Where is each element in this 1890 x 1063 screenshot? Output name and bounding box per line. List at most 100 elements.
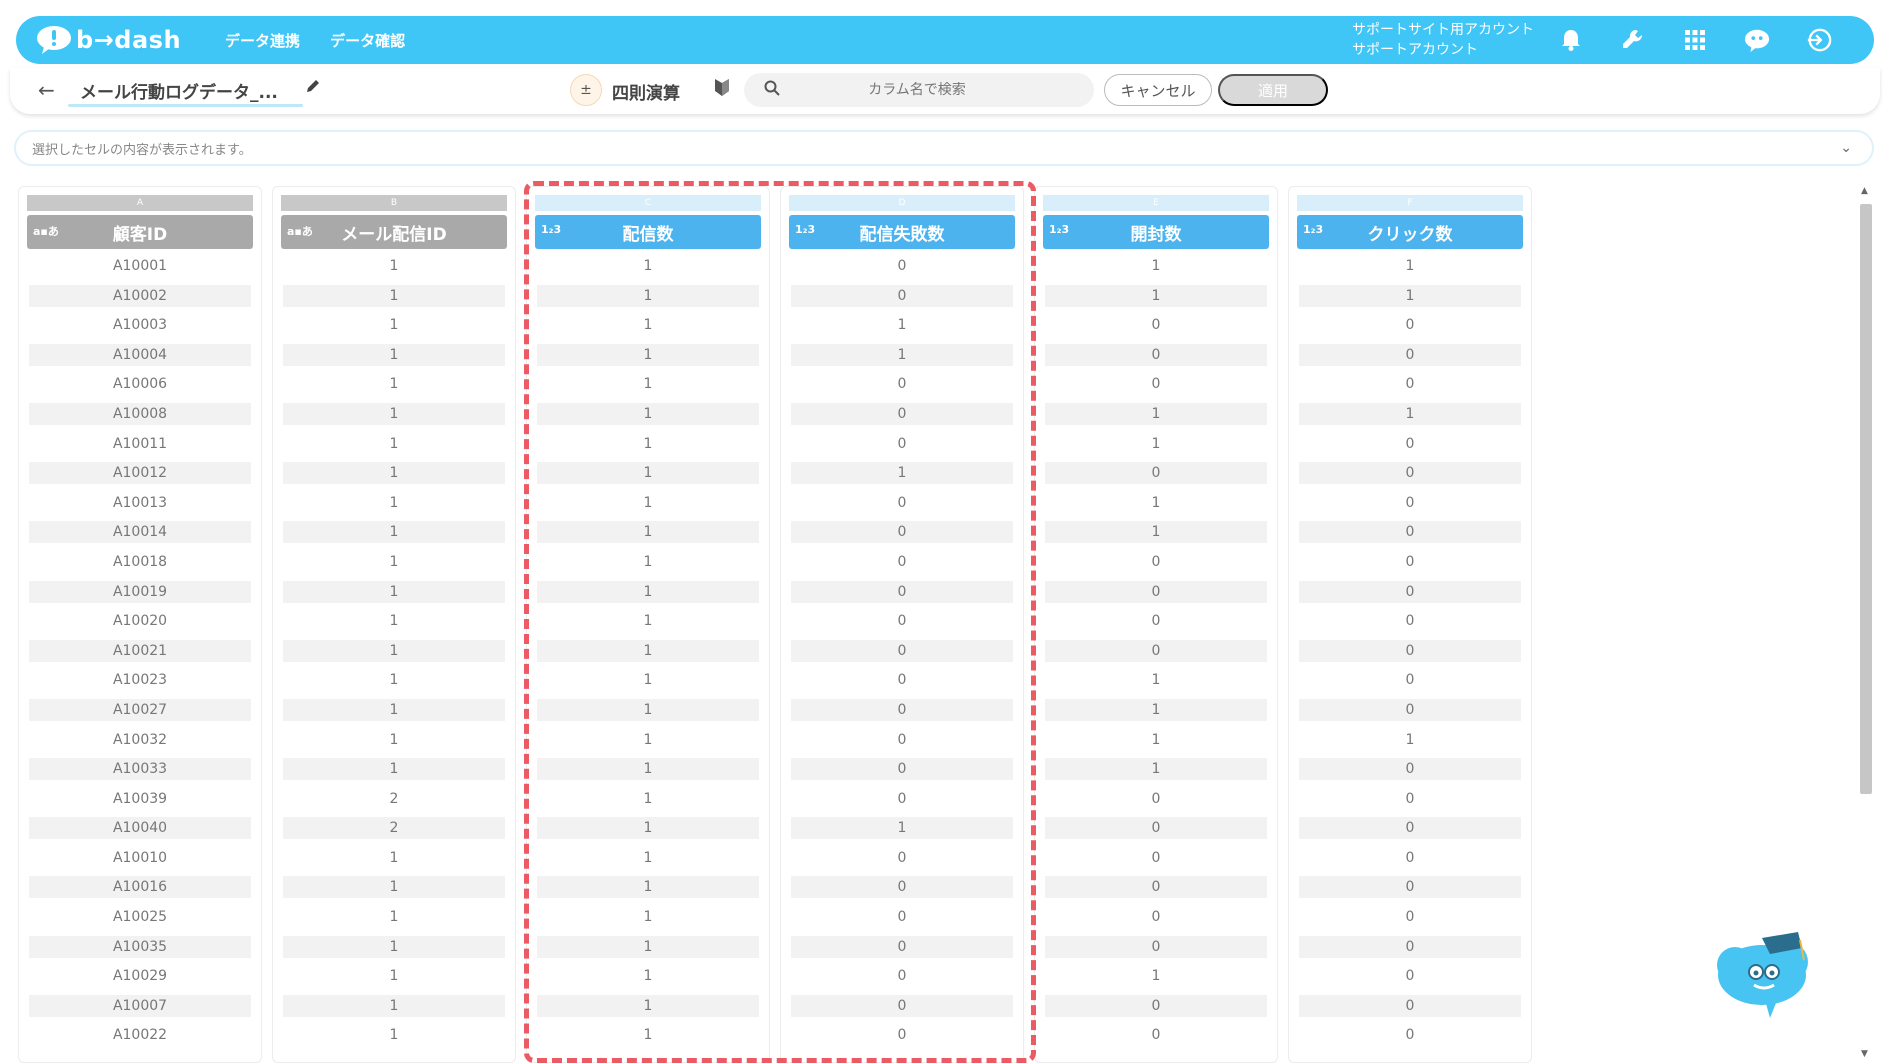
table-cell[interactable]: A10002 [29,284,251,307]
table-cell[interactable]: 0 [1045,876,1267,899]
table-cell[interactable]: 0 [1299,669,1521,691]
table-cell[interactable]: 0 [1299,521,1521,544]
column-click-count[interactable]: F 1₂3 クリック数 1 1 0 0 0 1 0 0 0 0 0 0 0 0 0 0 1 0 0 0 0 0 0 0 0 0 0 [1288,186,1532,1063]
column-header[interactable]: 1₂3 開封数 [1043,215,1269,249]
table-cell[interactable]: 1 [537,1024,759,1046]
table-cell[interactable]: 0 [791,521,1013,544]
table-cell[interactable]: 0 [791,373,1013,395]
column-delivery-count[interactable]: C 1₂3 配信数 1 1 1 1 1 1 1 1 1 1 1 1 1 1 1 1 1 1 1 1 1 1 1 1 1 1 1 [526,186,770,1063]
table-cell[interactable]: 1 [283,402,505,425]
table-cell[interactable]: 1 [283,610,505,632]
table-cell[interactable]: 1 [537,343,759,366]
table-cell[interactable]: 0 [791,255,1013,277]
dataset-title[interactable]: メール行動ログデータ_... [80,78,278,103]
table-cell[interactable]: 1 [791,343,1013,366]
table-cell[interactable]: 0 [1299,433,1521,455]
table-cell[interactable]: 1 [537,284,759,307]
table-cell[interactable]: 1 [283,492,505,514]
table-cell[interactable]: 1 [283,284,505,307]
table-cell[interactable]: 0 [1045,847,1267,869]
table-cell[interactable]: 1 [1045,698,1267,721]
table-cell[interactable]: A10040 [29,817,251,840]
table-cell[interactable]: 1 [283,343,505,366]
column-header[interactable]: a▪あ メール配信ID [281,215,507,249]
table-cell[interactable]: 1 [283,314,505,336]
cell-content-bar[interactable]: 選択したセルの内容が表示されます。 ⌄ [14,130,1874,166]
table-cell[interactable]: A10025 [29,906,251,928]
table-cell[interactable]: 1 [283,580,505,603]
table-cell[interactable]: A10014 [29,521,251,544]
table-cell[interactable]: 1 [1045,255,1267,277]
nav-data-check[interactable]: データ確認 [330,30,405,51]
table-cell[interactable]: 1 [1045,284,1267,307]
scroll-down-icon[interactable]: ▼ [1861,1049,1868,1059]
table-cell[interactable]: A10018 [29,551,251,573]
table-cell[interactable]: A10007 [29,994,251,1017]
table-cell[interactable]: 0 [1299,580,1521,603]
table-cell[interactable]: 1 [1299,729,1521,751]
column-letter[interactable]: D [789,195,1015,211]
table-cell[interactable]: 1 [1045,492,1267,514]
column-letter[interactable]: B [281,195,507,211]
table-cell[interactable]: 1 [1299,255,1521,277]
table-cell[interactable]: 0 [1299,817,1521,840]
table-cell[interactable]: 1 [283,433,505,455]
table-cell[interactable]: 1 [537,935,759,958]
bell-icon[interactable] [1558,27,1584,53]
column-open-count[interactable]: E 1₂3 開封数 1 1 0 0 0 1 1 0 1 1 0 0 0 0 1 1 1 1 0 0 0 0 0 0 1 0 0 [1034,186,1278,1063]
table-cell[interactable]: 1 [1045,758,1267,781]
table-cell[interactable]: 0 [1045,994,1267,1017]
table-cell[interactable]: 2 [283,788,505,810]
table-cell[interactable]: A10039 [29,788,251,810]
column-customer-id[interactable]: Aa▪あ 顧客ID A10001 A10002 A10003 A10004 A10006 A1… [18,186,262,1063]
table-cell[interactable]: A10004 [29,343,251,366]
table-cell[interactable]: 1 [537,314,759,336]
table-cell[interactable]: 0 [1299,639,1521,662]
table-cell[interactable]: 0 [791,758,1013,781]
table-cell[interactable]: 1 [1045,669,1267,691]
table-cell[interactable]: 0 [1045,935,1267,958]
column-header[interactable]: 1₂3 配信失敗数 [789,215,1015,249]
table-cell[interactable]: 0 [791,669,1013,691]
table-cell[interactable]: 1 [283,639,505,662]
table-cell[interactable]: 1 [283,521,505,544]
cancel-button[interactable]: キャンセル [1104,74,1212,106]
table-cell[interactable]: 1 [537,610,759,632]
table-cell[interactable]: 0 [791,906,1013,928]
table-cell[interactable]: 1 [1045,965,1267,987]
column-letter[interactable]: E [1043,195,1269,211]
table-cell[interactable]: A10027 [29,698,251,721]
table-cell[interactable]: 1 [283,876,505,899]
table-cell[interactable]: 0 [791,610,1013,632]
table-cell[interactable]: 1 [791,817,1013,840]
table-cell[interactable]: 0 [1299,847,1521,869]
logo[interactable]: b→dash [36,25,181,55]
table-cell[interactable]: 1 [537,669,759,691]
table-cell[interactable]: 1 [1045,521,1267,544]
table-cell[interactable]: A10016 [29,876,251,899]
table-cell[interactable]: A10008 [29,402,251,425]
table-cell[interactable]: 0 [1299,935,1521,958]
table-cell[interactable]: 1 [537,729,759,751]
apply-button[interactable]: 適用 [1218,74,1328,106]
column-delivery-failure-count[interactable]: D 1₂3 配信失敗数 0 0 1 1 0 0 0 1 0 0 0 0 0 0 0 0 0 0 0 1 0 0 0 0 0 0 0 [780,186,1024,1063]
table-cell[interactable]: 1 [537,255,759,277]
table-cell[interactable]: A10033 [29,758,251,781]
table-cell[interactable]: A10013 [29,492,251,514]
beginner-mark-icon[interactable] [714,77,730,101]
column-letter[interactable]: A [27,195,253,211]
table-cell[interactable]: 1 [283,669,505,691]
table-cell[interactable]: 0 [791,639,1013,662]
table-cell[interactable]: 0 [1299,994,1521,1017]
table-cell[interactable]: 0 [791,492,1013,514]
mascot-icon[interactable] [1710,920,1815,1020]
table-cell[interactable]: 1 [537,639,759,662]
table-cell[interactable]: 1 [537,906,759,928]
table-cell[interactable]: 1 [283,1024,505,1046]
table-cell[interactable]: 1 [791,314,1013,336]
table-cell[interactable]: 2 [283,817,505,840]
table-cell[interactable]: 0 [1299,462,1521,485]
table-cell[interactable]: 1 [537,758,759,781]
table-cell[interactable]: A10012 [29,462,251,485]
table-cell[interactable]: 1 [283,462,505,485]
